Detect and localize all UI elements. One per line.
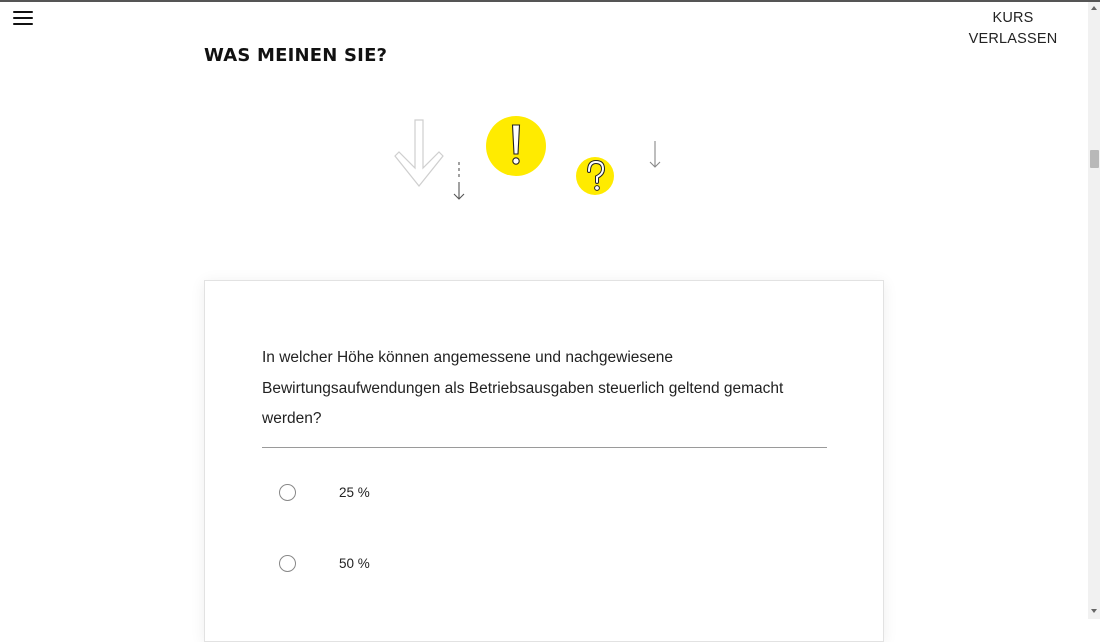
scroll-up-arrow-icon[interactable] <box>1091 6 1097 10</box>
exit-course-label-line1: KURS <box>992 10 1034 26</box>
answer-label: 50 % <box>339 556 370 571</box>
exit-course-button[interactable]: KURS VERLASSEN <box>962 8 1064 50</box>
exclamation-icon <box>486 116 546 176</box>
dashed-arrow-down-icon <box>453 162 465 200</box>
scroll-down-arrow-icon[interactable] <box>1091 609 1097 613</box>
question-divider <box>262 447 827 448</box>
section-title: WAS MEINEN SIE? <box>204 45 388 66</box>
small-arrow-down-icon <box>649 141 661 168</box>
quiz-question: In welcher Höhe können angemessene und n… <box>262 349 784 427</box>
radio-button[interactable] <box>279 484 296 501</box>
top-border <box>0 0 1100 2</box>
quiz-illustration <box>394 116 661 200</box>
vertical-scrollbar[interactable] <box>1088 2 1100 619</box>
scrollbar-thumb[interactable] <box>1090 150 1099 168</box>
quiz-card: In welcher Höhe können angemessene und n… <box>204 280 884 642</box>
answer-label: 25 % <box>339 485 370 500</box>
large-arrow-down-icon <box>394 119 444 187</box>
exit-course-label-line2: VERLASSEN <box>968 31 1058 47</box>
hamburger-menu-icon[interactable] <box>13 11 33 27</box>
radio-button[interactable] <box>279 555 296 572</box>
question-mark-icon <box>576 157 614 195</box>
